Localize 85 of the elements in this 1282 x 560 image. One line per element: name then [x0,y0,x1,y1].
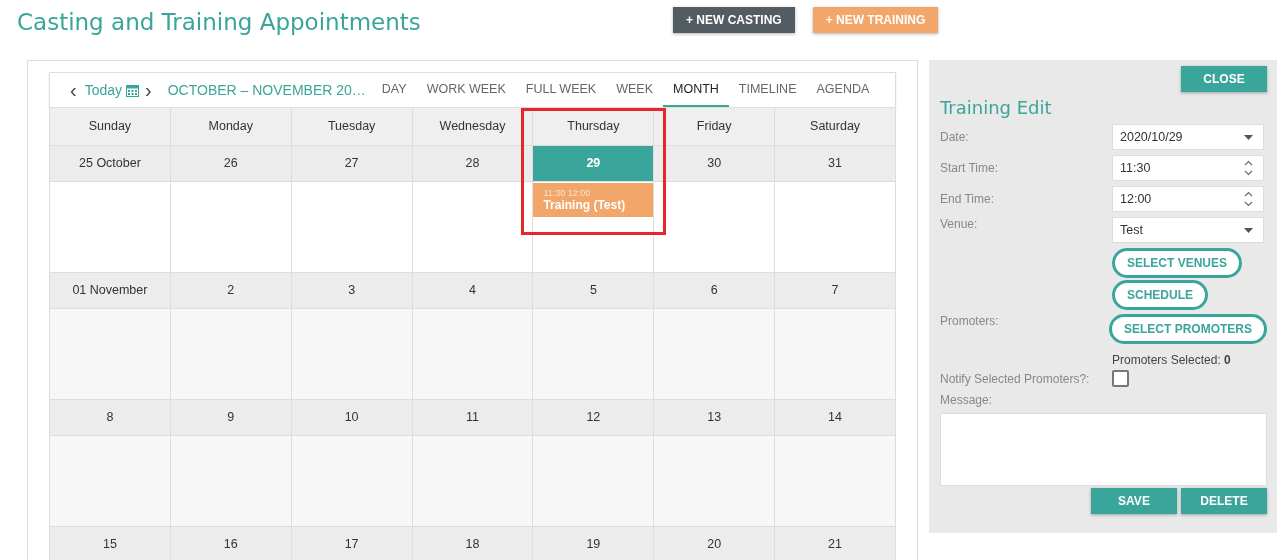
view-tab[interactable]: WEEK [606,73,663,107]
view-tab[interactable]: DAY [371,73,417,107]
notify-checkbox[interactable] [1112,370,1129,387]
field-label: Notify Selected Promoters?: [940,371,1091,386]
day-cell[interactable] [170,182,292,273]
day-cell[interactable] [775,309,896,400]
day-cell[interactable] [775,182,896,273]
date-label[interactable]: 18 [412,527,533,560]
field-label: Message: [940,393,994,407]
date-label[interactable]: 4 [412,273,533,308]
date-label[interactable]: 21 [775,527,895,560]
view-tab[interactable]: AGENDA [806,73,880,107]
date-label[interactable]: 26 [170,146,291,181]
date-label[interactable]: 2 [170,273,291,308]
day-cell[interactable] [50,182,171,273]
date-label[interactable]: 5 [533,273,654,308]
date-label[interactable]: 31 [775,146,895,181]
date-label[interactable]: 19 [533,527,654,560]
field-label: Promoters: [940,314,1000,328]
day-cell[interactable] [412,182,534,273]
day-cell[interactable] [654,436,776,527]
dropdown-field[interactable]: Test [1112,217,1264,243]
new-appointment-button[interactable]: + NEW CASTING [673,7,795,33]
day-cell[interactable] [50,309,171,400]
weekday-header: Monday [170,108,292,146]
date-label[interactable]: 11 [412,400,533,435]
day-cell[interactable] [170,309,292,400]
spinner-icon[interactable] [1244,160,1253,176]
date-label[interactable]: 20 [654,527,775,560]
day-cell[interactable] [291,309,413,400]
day-cell[interactable] [654,309,776,400]
field-label: Venue: [940,217,979,231]
date-label[interactable]: 15 [50,527,170,560]
field-label: Date: [940,130,970,144]
weekday-header: Saturday [775,108,896,146]
date-label[interactable]: 6 [654,273,775,308]
next-button[interactable]: › [141,80,156,100]
date-label[interactable]: 3 [291,273,412,308]
day-cell[interactable] [50,436,171,527]
date-label[interactable]: 25 October [50,146,170,181]
day-cell[interactable] [412,309,534,400]
date-label[interactable]: 9 [170,400,291,435]
date-label[interactable]: 28 [412,146,533,181]
date-label[interactable]: 8 [50,400,170,435]
page-title: Casting and Training Appointments [17,9,422,35]
panel-title: Training Edit [940,97,1053,118]
caret-icon [1244,134,1253,140]
day-cell[interactable] [654,182,776,273]
date-label[interactable]: 14 [775,400,895,435]
view-tab[interactable]: TIMELINE [728,73,807,107]
date-label[interactable]: 7 [775,273,895,308]
date-label[interactable]: 13 [654,400,775,435]
date-label[interactable]: 12 [533,400,654,435]
weekday-header: Wednesday [412,108,534,146]
date-label[interactable]: 16 [170,527,291,560]
day-cell[interactable] [170,436,292,527]
view-tab[interactable]: FULL WEEK [515,73,607,107]
calendar-icon[interactable] [126,83,140,97]
event-title: Training (Test) [543,198,627,212]
event-time: 11:30 12:00 [543,188,592,198]
weekday-header: Tuesday [291,108,413,146]
date-label[interactable]: 30 [654,146,775,181]
previous-button[interactable]: ‹ [66,80,81,100]
day-cell[interactable] [291,436,413,527]
day-cell[interactable] [291,182,413,273]
date-label[interactable]: 17 [291,527,412,560]
weekday-header: Friday [654,108,776,146]
date-label[interactable]: 01 November [50,273,170,308]
weekday-header: Sunday [50,108,171,146]
date-label[interactable]: 10 [291,400,412,435]
time-field[interactable]: 11:30 [1112,155,1264,181]
day-cell[interactable] [412,436,534,527]
day-cell[interactable] [533,436,655,527]
day-cell[interactable] [533,309,655,400]
day-cell[interactable] [775,436,896,527]
dropdown-field[interactable]: 2020/10/29 [1112,124,1264,150]
caret-icon [1244,227,1253,233]
promoters-count: Promoters Selected: 0 [1112,353,1231,367]
field-label: End Time: [940,192,996,206]
field-label: Start Time: [940,161,999,175]
time-field[interactable]: 12:00 [1112,186,1264,212]
view-tab[interactable]: WORK WEEK [416,73,516,107]
message-field[interactable] [940,413,1267,486]
spinner-icon[interactable] [1244,191,1253,207]
date-label[interactable]: 27 [291,146,412,181]
